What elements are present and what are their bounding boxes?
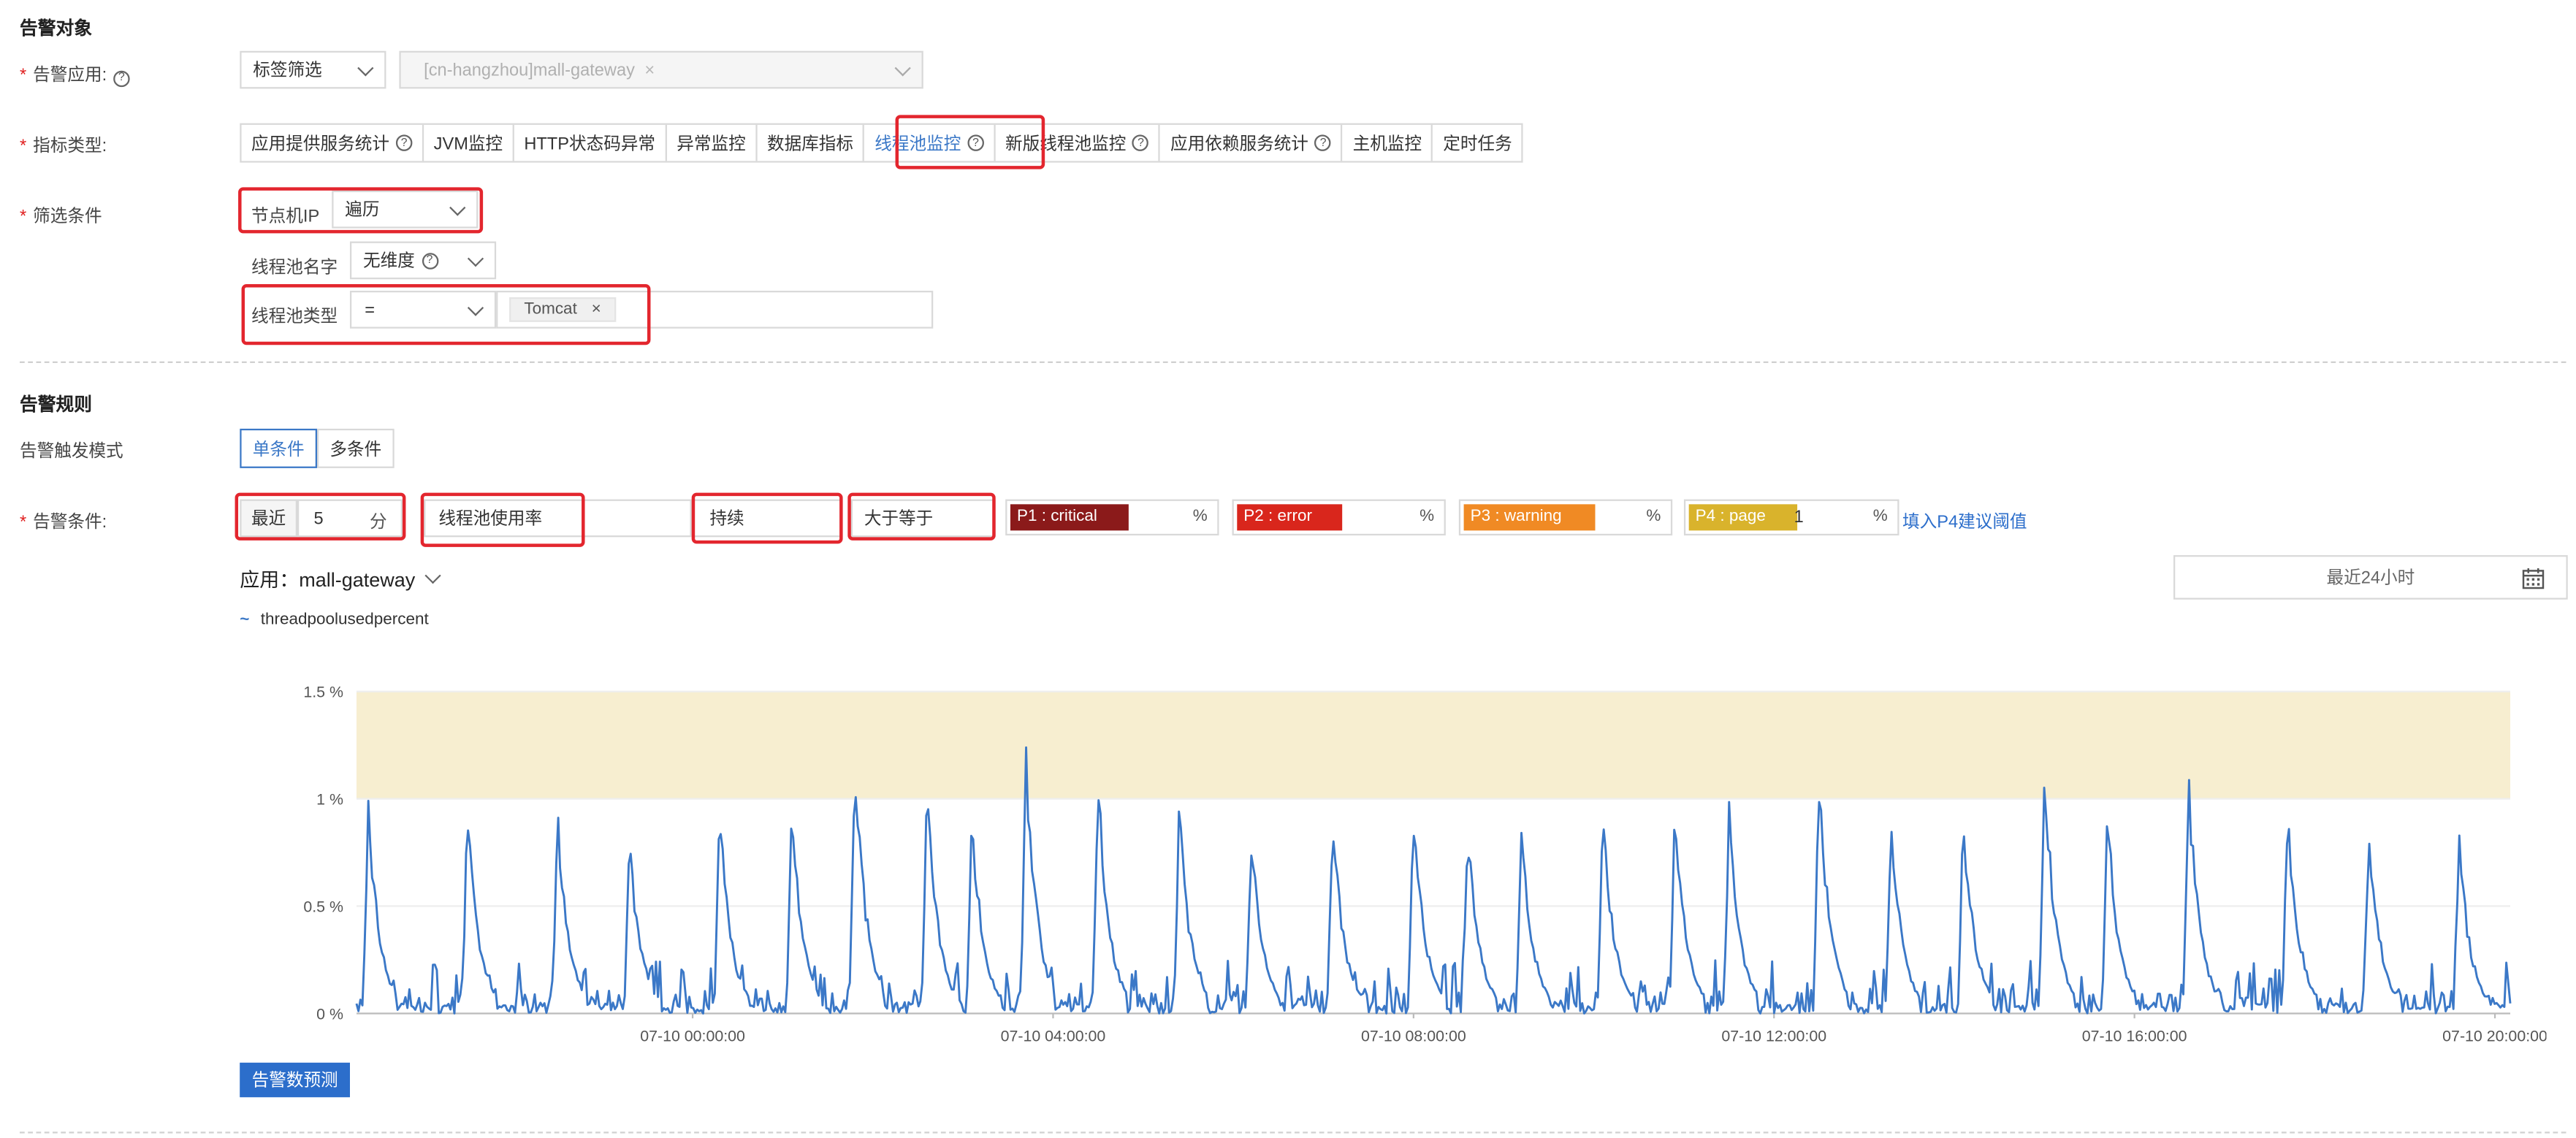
filter-node-ip-label: 节点机IP	[251, 207, 320, 227]
x-tick-label: 07-10 12:00:00	[1721, 1028, 1826, 1045]
metric-type-tabs: 应用提供服务统计? JVM监控 HTTP状态码异常 异常监控 数据库指标 线程池监控? 新版…	[240, 123, 1524, 163]
alert-predict-button[interactable]: 告警数预测	[240, 1062, 350, 1098]
chevron-down-icon	[357, 60, 374, 77]
filter-pool-type-operator[interactable]: =	[349, 291, 497, 329]
tab-metric-4[interactable]: 数据库指标	[757, 124, 865, 161]
threshold-band	[356, 691, 2511, 799]
severity-unit: %	[1420, 507, 1435, 526]
severity-value: 1	[1794, 507, 1804, 527]
thread-pool-chart: 0 % 0.5 % 1 % 1.5 % 07-10 00:00:00 07-10 04:…	[303, 684, 2546, 1045]
mode-multi-button[interactable]: 多条件	[316, 428, 395, 468]
tag-filter-select[interactable]: 标签筛选	[240, 50, 386, 89]
tag-tomcat: Tomcat ×	[509, 297, 616, 322]
x-tick-label: 07-10 04:00:00	[1001, 1028, 1106, 1045]
metric-type-label: * 指标类型:	[19, 136, 107, 156]
recent-label: 最近	[240, 499, 298, 538]
help-icon[interactable]: ?	[1132, 134, 1149, 151]
severity-input-p1[interactable]: P1 : critical%	[1005, 499, 1219, 536]
chevron-down-icon	[467, 251, 484, 267]
close-icon[interactable]: ×	[644, 60, 655, 80]
y-axis-ticks: 0 % 0.5 % 1 % 1.5 %	[303, 684, 343, 1023]
tab-metric-2[interactable]: HTTP状态码异常	[514, 124, 667, 161]
severity-input-p4[interactable]: P4 : page 1%	[1683, 499, 1899, 536]
section-title-rules: 告警规则	[19, 395, 92, 416]
condition-label: * 告警条件:	[19, 512, 107, 532]
x-tick-label: 07-10 16:00:00	[2082, 1028, 2187, 1045]
severity-tag: P3 : warning	[1463, 504, 1596, 531]
metric-select[interactable]: 线程池使用率	[424, 499, 692, 538]
filter-pool-type-value[interactable]: Tomcat ×	[496, 291, 934, 329]
chevron-down-icon	[894, 60, 911, 77]
alert-app-label: * 告警应用:?	[20, 62, 130, 87]
x-axis-ticks: 07-10 00:00:00 07-10 04:00:00 07-10 08:00:…	[640, 1013, 2546, 1045]
tab-metric-9[interactable]: 定时任务	[1433, 125, 1522, 161]
filter-pool-type-label: 线程池类型	[251, 307, 338, 327]
y-tick-label: 1.5 %	[303, 684, 343, 701]
fill-p4-link[interactable]: 填入P4建议阈值	[1902, 509, 2027, 534]
section-divider	[19, 1131, 2567, 1134]
tab-metric-5[interactable]: 线程池监控?	[865, 124, 996, 161]
chart-app-selector[interactable]: 应用：mall-gateway	[240, 565, 441, 593]
severity-unit: %	[1872, 507, 1888, 526]
operator-select[interactable]: 大于等于	[850, 499, 996, 538]
duration-select[interactable]: 持续	[691, 499, 843, 538]
help-icon[interactable]: ?	[1314, 134, 1332, 151]
help-icon[interactable]: ?	[967, 134, 984, 151]
trigger-mode-label: 告警触发模式	[19, 441, 123, 462]
section-title-target: 告警对象	[19, 19, 92, 39]
legend-series-name: threadpoolusedpercent	[260, 611, 429, 630]
filter-node-ip-select[interactable]: 遍历	[332, 190, 479, 229]
severity-input-p3[interactable]: P3 : warning%	[1458, 499, 1673, 536]
y-tick-label: 0 %	[316, 1005, 343, 1023]
tab-metric-6[interactable]: 新版线程池监控?	[996, 124, 1161, 161]
severity-tag: P4 : page	[1688, 504, 1798, 531]
tab-metric-7[interactable]: 应用依赖服务统计?	[1161, 124, 1344, 161]
tab-metric-3[interactable]: 异常监控	[667, 124, 758, 161]
chevron-down-icon	[449, 199, 466, 216]
close-icon[interactable]: ×	[592, 301, 601, 319]
calendar-icon	[2522, 568, 2545, 589]
help-icon[interactable]: ?	[113, 69, 130, 87]
filter-label: * 筛选条件	[19, 207, 102, 227]
recent-input[interactable]: 5 分钟	[297, 499, 403, 538]
section-divider	[19, 361, 2567, 363]
app-select[interactable]: [cn-hangzhou]mall-gateway ×	[399, 50, 923, 89]
severity-input-p2[interactable]: P2 : error%	[1232, 499, 1446, 536]
y-tick-label: 0.5 %	[303, 898, 343, 915]
chevron-down-icon	[467, 299, 484, 316]
severity-tag: P2 : error	[1237, 504, 1343, 531]
tab-metric-8[interactable]: 主机监控	[1343, 124, 1433, 161]
help-icon[interactable]: ?	[421, 252, 438, 269]
x-tick-label: 07-10 20:00:00	[2442, 1028, 2546, 1045]
x-tick-label: 07-10 00:00:00	[640, 1028, 745, 1045]
time-range-picker[interactable]: 最近24小时	[2173, 555, 2568, 600]
tab-metric-0[interactable]: 应用提供服务统计?	[242, 124, 424, 161]
chart-legend[interactable]: ~ threadpoolusedpercent	[240, 611, 428, 630]
filter-pool-name-select[interactable]: 无维度?	[349, 241, 497, 280]
legend-line-icon: ~	[240, 611, 250, 630]
tab-metric-1[interactable]: JVM监控	[424, 124, 514, 161]
chevron-down-icon	[424, 568, 441, 584]
severity-unit: %	[1192, 507, 1208, 526]
filter-pool-name-label: 线程池名字	[251, 258, 338, 278]
y-tick-label: 1 %	[316, 790, 343, 808]
x-tick-label: 07-10 08:00:00	[1361, 1028, 1466, 1045]
help-icon[interactable]: ?	[395, 134, 413, 151]
severity-unit: %	[1646, 507, 1661, 526]
mode-single-button[interactable]: 单条件	[240, 428, 317, 468]
severity-tag: P1 : critical	[1010, 504, 1129, 531]
